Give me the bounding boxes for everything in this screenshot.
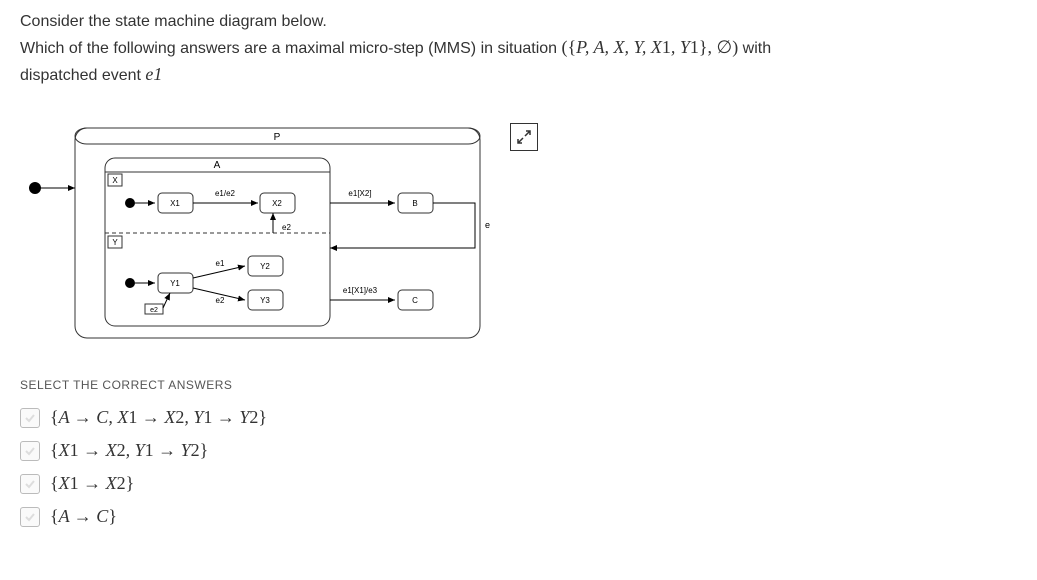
answer-text: {X1 → X2, Y1 → Y2}: [50, 440, 208, 461]
y1-y3-trans: e2: [216, 296, 225, 305]
check-icon: [24, 445, 36, 457]
question-line2-suffix: with: [743, 40, 771, 57]
expand-diagram-button[interactable]: [510, 123, 538, 151]
answer-text: {A → C}: [50, 506, 117, 527]
y3-label: Y3: [260, 296, 270, 305]
question-line2-prefix: Which of the following answers are a max…: [20, 40, 562, 57]
answer-text: {A → C, X1 → X2, Y1 → Y2}: [50, 407, 267, 428]
y2-label: Y2: [260, 262, 270, 271]
question-line3-prefix: dispatched event: [20, 67, 145, 84]
check-icon: [24, 511, 36, 523]
p-label: P: [274, 132, 281, 143]
answer-option: {A → C}: [20, 506, 1017, 527]
y1-label: Y1: [170, 279, 180, 288]
checkbox[interactable]: [20, 441, 40, 461]
checkbox[interactable]: [20, 507, 40, 527]
instruction-text: SELECT THE CORRECT ANSWERS: [20, 378, 1017, 392]
c-label: C: [412, 296, 418, 305]
state-machine-diagram: P A X Y X1 e1/e2 X2 e2 Y1: [20, 118, 490, 348]
answer-option: {X1 → X2, Y1 → Y2}: [20, 440, 1017, 461]
question-situation: ({P, A, X, Y, X1, Y1}, ∅): [562, 37, 739, 57]
y1-e2-label: e2: [150, 307, 158, 314]
answers-list: {A → C, X1 → X2, Y1 → Y2} {X1 → X2, Y1 →…: [20, 407, 1017, 527]
checkbox[interactable]: [20, 408, 40, 428]
question-event: e1: [145, 64, 162, 84]
check-icon: [24, 478, 36, 490]
y-region-label: Y: [112, 238, 118, 247]
answer-option: {X1 → X2}: [20, 473, 1017, 494]
answer-text: {X1 → X2}: [50, 473, 134, 494]
x1-label: X1: [170, 199, 180, 208]
x1-x2-trans: e1/e2: [215, 189, 236, 198]
b-back-trans: e3/e1: [485, 220, 490, 230]
answer-option: {A → C, X1 → X2, Y1 → Y2}: [20, 407, 1017, 428]
x2-e2-label: e2: [282, 223, 291, 232]
a-b-trans: e1[X2]: [348, 189, 371, 198]
question-line1: Consider the state machine diagram below…: [20, 13, 327, 30]
expand-icon: [516, 129, 532, 145]
x2-label: X2: [272, 199, 282, 208]
a-c-trans: e1[X1]/e3: [343, 286, 378, 295]
checkbox[interactable]: [20, 474, 40, 494]
b-label: B: [412, 199, 417, 208]
y1-y2-trans: e1: [216, 259, 225, 268]
diagram-area: P A X Y X1 e1/e2 X2 e2 Y1: [20, 118, 1017, 348]
check-icon: [24, 412, 36, 424]
question-prompt: Consider the state machine diagram below…: [20, 10, 1017, 88]
x-region-label: X: [112, 176, 118, 185]
a-label: A: [214, 160, 221, 171]
